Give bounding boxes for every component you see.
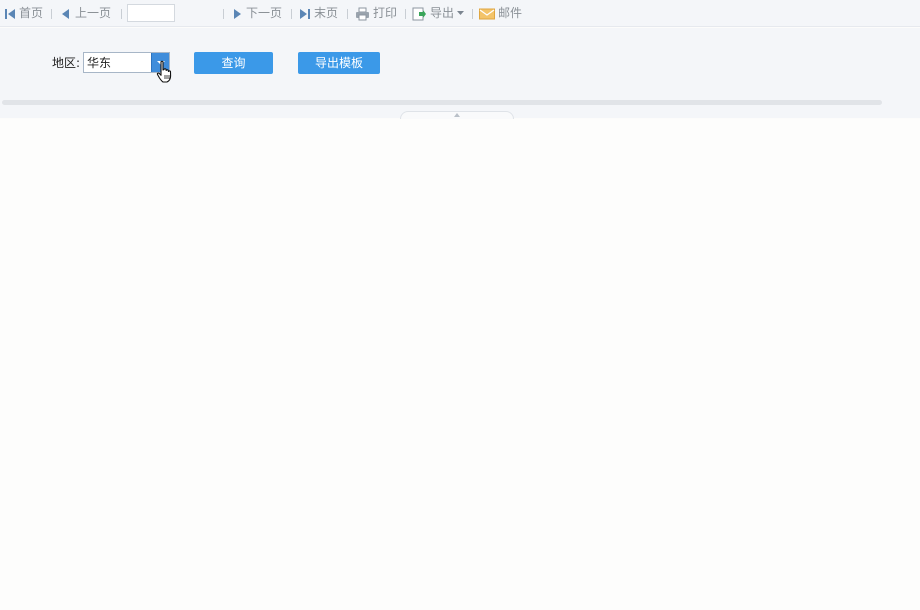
page-number-input[interactable] <box>127 4 175 22</box>
printer-icon <box>356 7 369 20</box>
region-select-value: 华东 <box>87 56 112 70</box>
horizontal-scrollbar[interactable] <box>2 100 882 105</box>
prev-page-label: 上一页 <box>75 6 112 20</box>
print-button[interactable]: 打印 <box>355 5 397 22</box>
export-icon <box>412 7 426 20</box>
prev-page-button[interactable]: 上一页 <box>60 5 111 22</box>
export-menu-button[interactable]: 导出 <box>412 5 465 22</box>
report-content-area <box>0 119 920 610</box>
toolbar-divider <box>291 9 292 19</box>
toolbar-divider <box>121 9 122 19</box>
next-page-button[interactable]: 下一页 <box>231 5 282 22</box>
last-page-label: 末页 <box>314 6 339 20</box>
first-page-label: 首页 <box>19 6 44 20</box>
toolbar-divider <box>223 9 224 19</box>
next-page-icon <box>234 8 241 19</box>
report-toolbar: 首页 上一页 下一页 末页 打印 导出 邮件 <box>0 0 920 27</box>
export-template-button[interactable]: 导出模板 <box>298 52 380 74</box>
query-button[interactable]: 查询 <box>194 52 273 74</box>
region-label: 地区: <box>52 56 81 70</box>
print-label: 打印 <box>373 6 398 20</box>
first-page-button[interactable]: 首页 <box>4 5 43 22</box>
collapse-panel-toggle[interactable] <box>400 111 514 119</box>
toolbar-divider <box>405 9 406 19</box>
mail-label: 邮件 <box>498 6 523 20</box>
toolbar-divider <box>472 9 473 19</box>
toolbar-divider <box>51 9 52 19</box>
chevron-down-icon <box>457 11 465 15</box>
next-page-label: 下一页 <box>246 6 283 20</box>
last-page-icon <box>300 8 310 19</box>
prev-page-icon <box>62 8 69 19</box>
last-page-button[interactable]: 末页 <box>299 5 338 22</box>
mail-icon <box>479 8 495 19</box>
first-page-icon <box>5 8 15 19</box>
toolbar-divider <box>347 9 348 19</box>
export-label: 导出 <box>430 6 455 20</box>
mail-button[interactable]: 邮件 <box>479 5 522 22</box>
hand-cursor-icon <box>156 60 172 83</box>
